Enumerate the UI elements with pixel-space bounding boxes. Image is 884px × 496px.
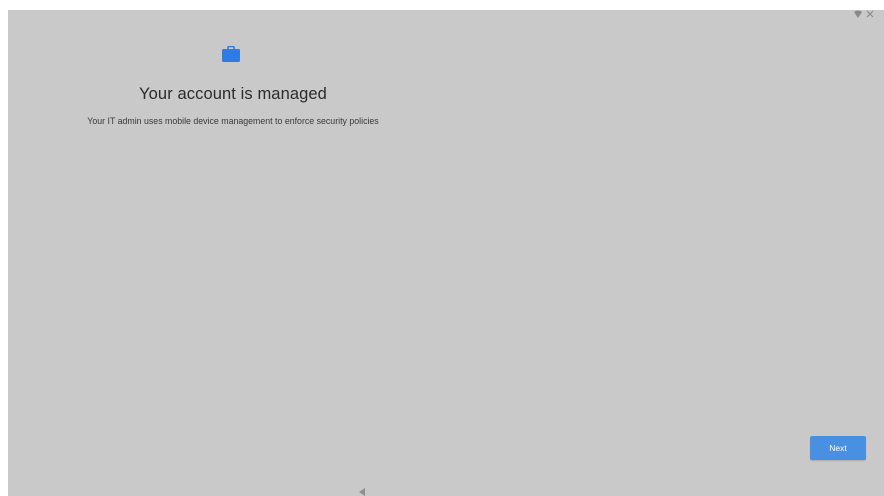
status-bar-icons <box>854 10 874 18</box>
device-screen: Your account is managed Your IT admin us… <box>8 10 884 496</box>
back-triangle-icon[interactable] <box>357 484 367 496</box>
next-button[interactable]: Next <box>810 436 866 460</box>
briefcase-icon <box>221 45 241 64</box>
page-title: Your account is managed <box>139 85 327 103</box>
close-icon[interactable] <box>866 10 874 18</box>
page-subtitle: Your IT admin uses mobile device managem… <box>87 116 379 126</box>
wifi-icon <box>854 10 862 18</box>
